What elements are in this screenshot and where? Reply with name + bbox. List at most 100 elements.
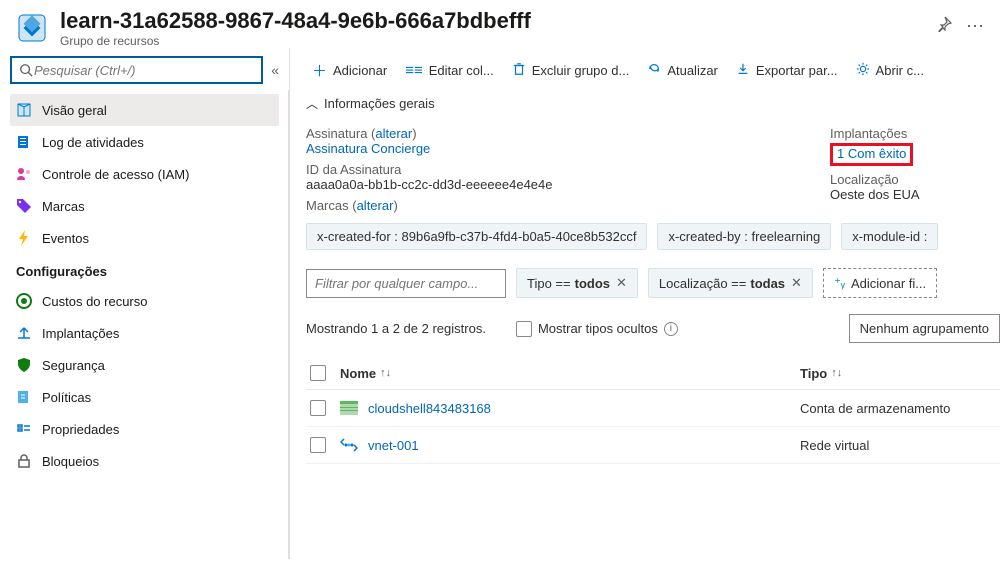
sort-icon: ↑↓: [380, 367, 391, 379]
sidebar-item-properties[interactable]: Propriedades: [10, 413, 279, 445]
page-header: learn-31a62588-9867-48a4-9e6b-666a7bdbef…: [0, 0, 1000, 48]
sidebar-item-label: Propriedades: [42, 422, 119, 437]
add-filter-icon: ⁺ᵧ: [834, 275, 845, 291]
subscription-id-value: aaaa0a0a-bb1b-cc2c-dd3d-eeeeee4e4e4e: [306, 177, 790, 192]
sidebar-item-label: Custos do recurso: [42, 294, 148, 309]
sidebar-item-label: Marcas: [42, 199, 85, 214]
subscription-id-label: ID da Assinatura: [306, 162, 790, 177]
trash-icon: [512, 62, 526, 80]
sidebar-section-settings: Configurações: [10, 254, 279, 285]
sort-icon: ↑↓: [831, 367, 842, 379]
bolt-icon: [16, 230, 32, 246]
resource-link[interactable]: cloudshell843483168: [340, 401, 800, 416]
edit-columns-button[interactable]: ≡≡Editar col...: [399, 58, 500, 83]
log-icon: [16, 134, 32, 150]
subscription-label: Assinatura: [306, 126, 367, 141]
table-row: cloudshell843483168 Conta de armazenamen…: [306, 390, 1000, 427]
lock-icon: [16, 453, 32, 469]
essentials-toggle[interactable]: ︿ Informações gerais: [306, 95, 1000, 112]
column-header-name[interactable]: Nome↑↓: [340, 366, 800, 381]
resource-link[interactable]: vnet-001: [340, 438, 800, 453]
gear-icon: [856, 62, 870, 80]
resource-type: Conta de armazenamento: [800, 401, 1000, 416]
show-hidden-label: Mostrar tipos ocultos: [538, 321, 658, 336]
sidebar-item-label: Políticas: [42, 390, 91, 405]
sidebar-item-label: Visão geral: [42, 103, 107, 118]
open-cloudshell-button[interactable]: Abrir c...: [850, 58, 930, 84]
close-icon[interactable]: ✕: [791, 275, 802, 291]
tag-icon: [16, 198, 32, 214]
columns-icon: ≡≡: [405, 62, 423, 79]
resources-table: Nome↑↓ Tipo↑↓ cloudshell843483168 Conta …: [306, 357, 1000, 464]
sidebar-item-label: Segurança: [42, 358, 105, 373]
type-filter-pill[interactable]: Tipo == todos✕: [516, 268, 638, 298]
change-tags-link[interactable]: alterar: [357, 198, 394, 213]
toolbar: ＋Adicionar ≡≡Editar col... Excluir grupo…: [306, 56, 1000, 85]
grouping-select[interactable]: Nenhum agrupamento: [849, 314, 1000, 343]
close-icon[interactable]: ✕: [616, 275, 627, 291]
sidebar-item-policies[interactable]: Políticas: [10, 381, 279, 413]
pin-button[interactable]: [936, 16, 952, 37]
deploy-icon: [16, 325, 32, 341]
cost-icon: [16, 293, 32, 309]
sidebar-item-costs[interactable]: Custos do recurso: [10, 285, 279, 317]
location-filter-pill[interactable]: Localização == todas✕: [648, 268, 813, 298]
search-input[interactable]: [34, 63, 255, 78]
search-input-wrapper[interactable]: [10, 56, 263, 84]
refresh-icon: [647, 62, 661, 80]
tags-label: Marcas: [306, 198, 349, 213]
sidebar-item-events[interactable]: Eventos: [10, 222, 279, 254]
search-icon: [18, 62, 34, 78]
more-button[interactable]: ⋯: [966, 16, 984, 37]
deployments-highlight: 1 Com êxito: [830, 143, 913, 166]
location-value: Oeste dos EUA: [830, 187, 1000, 202]
records-count: Mostrando 1 a 2 de 2 registros.: [306, 321, 486, 336]
sidebar-item-tags[interactable]: Marcas: [10, 190, 279, 222]
collapse-sidebar-button[interactable]: «: [271, 62, 279, 78]
main-content: ＋Adicionar ≡≡Editar col... Excluir grupo…: [290, 48, 1000, 559]
sidebar-item-iam[interactable]: Controle de acesso (IAM): [10, 158, 279, 190]
sidebar-item-label: Log de atividades: [42, 135, 144, 150]
sidebar-item-label: Bloqueios: [42, 454, 99, 469]
sidebar-item-security[interactable]: Segurança: [10, 349, 279, 381]
storage-icon: [340, 401, 358, 415]
tags-row: x-created-for : 89b6a9fb-c37b-4fd4-b0a5-…: [306, 223, 1000, 250]
deployments-link[interactable]: 1 Com êxito: [837, 146, 906, 161]
shield-icon: [16, 357, 32, 373]
add-button[interactable]: ＋Adicionar: [306, 56, 393, 85]
plus-icon: ＋: [312, 60, 327, 81]
filter-input[interactable]: [306, 269, 506, 298]
sidebar-item-deployments[interactable]: Implantações: [10, 317, 279, 349]
select-all-checkbox[interactable]: [310, 365, 326, 381]
sidebar-item-label: Implantações: [42, 326, 119, 341]
column-header-type[interactable]: Tipo↑↓: [800, 366, 1000, 381]
change-subscription-link[interactable]: alterar: [375, 126, 412, 141]
subscription-link[interactable]: Assinatura Concierge: [306, 141, 430, 156]
props-icon: [16, 421, 32, 437]
vnet-icon: [340, 438, 358, 452]
tag-pill[interactable]: x-created-for : 89b6a9fb-c37b-4fd4-b0a5-…: [306, 223, 647, 250]
sidebar-item-overview[interactable]: Visão geral: [10, 94, 279, 126]
tag-pill[interactable]: x-module-id :: [841, 223, 938, 250]
sidebar-item-locks[interactable]: Bloqueios: [10, 445, 279, 477]
export-button[interactable]: Exportar par...: [730, 58, 844, 84]
refresh-button[interactable]: Atualizar: [641, 58, 724, 84]
tag-pill[interactable]: x-created-by : freelearning: [657, 223, 831, 250]
row-checkbox[interactable]: [310, 437, 326, 453]
download-icon: [736, 62, 750, 80]
resource-type: Rede virtual: [800, 438, 1000, 453]
resource-group-icon: [16, 12, 48, 44]
cube-icon: [16, 102, 32, 118]
add-filter-button[interactable]: ⁺ᵧAdicionar fi...: [823, 268, 937, 298]
sidebar-item-activity-log[interactable]: Log de atividades: [10, 126, 279, 158]
chevron-up-icon: ︿: [306, 95, 318, 112]
info-icon[interactable]: i: [664, 322, 678, 336]
table-row: vnet-001 Rede virtual: [306, 427, 1000, 464]
delete-group-button[interactable]: Excluir grupo d...: [506, 58, 636, 84]
sidebar-item-label: Eventos: [42, 231, 89, 246]
row-checkbox[interactable]: [310, 400, 326, 416]
deployments-label: Implantações: [830, 126, 1000, 141]
sidebar-item-label: Controle de acesso (IAM): [42, 167, 189, 182]
show-hidden-checkbox[interactable]: [516, 321, 532, 337]
page-title: learn-31a62588-9867-48a4-9e6b-666a7bdbef…: [60, 8, 924, 34]
